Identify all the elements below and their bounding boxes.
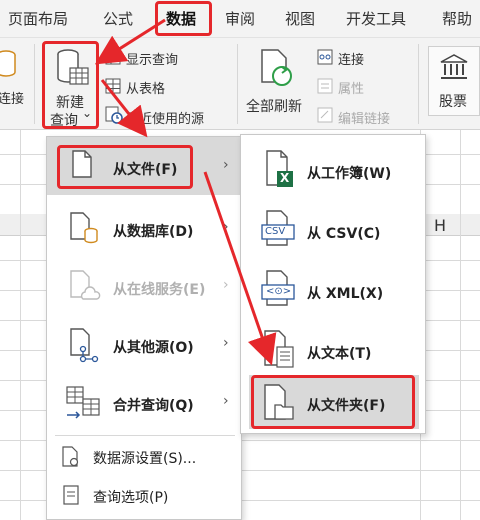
menu-item-combine-queries[interactable]: 合并查询(Q) › — [47, 375, 241, 433]
excel-file-icon: X — [265, 149, 295, 193]
menu-item-from-online-label: 从在线服务(E) — [113, 282, 206, 298]
combine-icon — [65, 385, 101, 425]
tab-formulas[interactable]: 公式 — [103, 0, 133, 38]
menu-item-from-text[interactable]: 从文本(T) — [241, 321, 425, 379]
refresh-icon — [258, 48, 294, 92]
ribbon-tab-bar: 页面布局 公式 数据 审阅 视图 开发工具 帮助 — [0, 0, 480, 38]
text-file-icon — [263, 329, 297, 373]
connections-icon — [316, 48, 334, 70]
menu-item-from-online[interactable]: 从在线服务(E) › — [47, 259, 241, 317]
menu-item-from-xml-label: 从 XML(X) — [307, 286, 384, 302]
menu-item-from-database-label: 从数据库(D) — [113, 224, 194, 240]
recent-sources-button[interactable]: 最近使用的源 — [126, 108, 204, 127]
menu-item-from-csv-label: 从 CSV(C) — [307, 226, 381, 242]
xml-icon-text: <⊙> — [266, 286, 292, 297]
menu-item-from-xml[interactable]: <⊙> 从 XML(X) — [241, 261, 425, 319]
stocks-label: 股票 — [439, 94, 467, 110]
menu-item-combine-label: 合并查询(Q) — [113, 398, 194, 414]
menu-item-from-workbook[interactable]: X 从工作簿(W) — [241, 141, 425, 199]
menu-item-query-options[interactable]: 查询选项(P) — [47, 477, 241, 513]
tab-page-layout[interactable]: 页面布局 — [8, 0, 68, 38]
stocks-button[interactable]: 股票 — [428, 46, 480, 116]
chevron-right-icon: › — [223, 393, 229, 409]
excel-badge-text: X — [280, 171, 290, 185]
from-table-button[interactable]: 从表格 — [126, 78, 165, 97]
show-query-icon — [104, 48, 122, 70]
from-file-highlight — [57, 145, 193, 189]
group-separator — [418, 44, 419, 124]
ribbon-body: 连接 新建 查询 ⌄ 显示查询 从表格 最近使用的源 全部刷新 连接 属性 编辑… — [0, 38, 480, 154]
menu-item-data-source-settings-label: 数据源设置(S)... — [93, 451, 197, 467]
properties-icon — [316, 77, 334, 99]
from-folder-highlight — [251, 375, 415, 429]
tab-developer[interactable]: 开发工具 — [346, 0, 406, 38]
tab-view[interactable]: 视图 — [285, 0, 315, 38]
get-data-menu: 从文件(F) › 从数据库(D) › 从在线服务(E) › 从其他源(O) › … — [46, 136, 242, 520]
menu-item-query-options-label: 查询选项(P) — [93, 490, 169, 506]
xml-file-icon: <⊙> — [261, 269, 297, 313]
chevron-right-icon: › — [223, 277, 229, 293]
edit-links-button[interactable]: 编辑链接 — [338, 108, 390, 127]
settings-file-icon — [61, 446, 81, 472]
chevron-right-icon: › — [223, 219, 229, 235]
grid-line — [460, 130, 461, 520]
grid-line — [20, 130, 21, 520]
menu-divider — [55, 435, 235, 436]
show-query-button[interactable]: 显示查询 — [126, 49, 178, 68]
csv-icon-text: CSV — [265, 226, 286, 237]
data-tab-highlight — [155, 1, 212, 36]
recent-sources-icon — [104, 105, 124, 129]
connect-partial-label[interactable]: 连接 — [0, 88, 24, 107]
column-h-header[interactable]: H — [434, 216, 446, 235]
bank-icon — [439, 53, 469, 85]
properties-button[interactable]: 属性 — [338, 78, 364, 97]
group-separator — [237, 44, 238, 124]
chevron-right-icon: › — [223, 335, 229, 351]
menu-item-data-source-settings[interactable]: 数据源设置(S)... — [47, 439, 241, 475]
menu-item-from-workbook-label: 从工作簿(W) — [307, 166, 392, 182]
from-file-submenu: X 从工作簿(W) CSV 从 CSV(C) <⊙> 从 XML(X) 从文本(… — [240, 134, 426, 434]
other-source-icon — [69, 327, 103, 367]
menu-item-from-database[interactable]: 从数据库(D) › — [47, 201, 241, 259]
csv-file-icon: CSV — [261, 209, 297, 253]
menu-item-from-text-label: 从文本(T) — [307, 346, 372, 362]
database-icon-partial — [0, 50, 16, 82]
tab-review[interactable]: 审阅 — [225, 0, 255, 38]
database-file-icon — [69, 211, 99, 249]
cloud-file-icon — [69, 269, 101, 307]
menu-item-from-other-label: 从其他源(O) — [113, 340, 194, 356]
connections-button[interactable]: 连接 — [338, 49, 364, 68]
group-separator — [34, 44, 35, 124]
menu-item-from-csv[interactable]: CSV 从 CSV(C) — [241, 201, 425, 259]
new-query-highlight — [42, 41, 99, 129]
refresh-all-label: 全部刷新 — [246, 99, 302, 115]
tab-help[interactable]: 帮助 — [442, 0, 472, 38]
chevron-right-icon: › — [223, 157, 229, 173]
edit-links-icon — [316, 106, 334, 128]
menu-item-from-other[interactable]: 从其他源(O) › — [47, 317, 241, 375]
options-icon — [61, 484, 81, 510]
refresh-all-button[interactable]: 全部刷新 — [244, 44, 308, 124]
table-icon — [104, 77, 122, 99]
